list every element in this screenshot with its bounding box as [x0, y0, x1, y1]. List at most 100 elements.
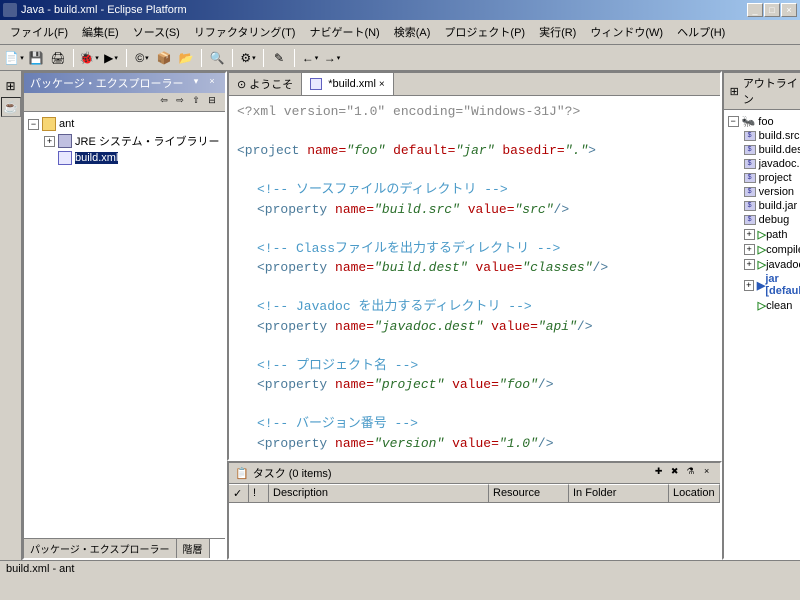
tasks-table[interactable]: ✓ ! Description Resource In Folder Locat… — [229, 484, 720, 558]
statusbar: build.xml - ant — [0, 560, 800, 579]
comment: <!-- プロジェクト名 --> — [257, 356, 712, 376]
col-priority[interactable]: ! — [249, 484, 269, 502]
outline-property[interactable]: $build.jar — [744, 199, 800, 213]
menu-source[interactable]: ソース(S) — [127, 22, 186, 42]
run-button[interactable]: ▶▾ — [101, 48, 121, 68]
new-package-button[interactable]: 📦 — [154, 48, 174, 68]
outline-property[interactable]: $javadoc.dest — [744, 157, 800, 171]
explorer-tab-package[interactable]: パッケージ・エクスプローラー — [24, 539, 177, 558]
minimize-button[interactable]: _ — [747, 3, 763, 17]
external-tools-button[interactable]: ⚙▾ — [238, 48, 258, 68]
tab-close-button[interactable]: × — [379, 79, 385, 90]
outline-target[interactable]: +▷ path — [744, 227, 800, 242]
open-perspective-button[interactable]: ⊞ — [1, 76, 21, 96]
expand-icon[interactable]: + — [44, 136, 55, 147]
tasks-close-button[interactable]: × — [700, 466, 714, 480]
status-text: build.xml - ant — [6, 563, 74, 575]
col-location[interactable]: Location — [669, 484, 720, 502]
menu-search[interactable]: 検索(A) — [388, 22, 437, 42]
property-tag: <property name="build.src" value="src"/> — [257, 200, 712, 220]
outline-property[interactable]: $build.src — [744, 129, 800, 143]
new-class-button[interactable]: ©▾ — [132, 48, 152, 68]
search-button[interactable]: 🔍 — [207, 48, 227, 68]
comment: <!-- Classファイルを出力するディレクトリ --> — [257, 239, 712, 259]
expand-icon[interactable]: + — [744, 244, 755, 255]
tasks-filter-button[interactable]: ⚗ — [684, 466, 698, 480]
back-button[interactable]: ←▾ — [300, 48, 320, 68]
col-folder[interactable]: In Folder — [569, 484, 669, 502]
project-icon — [42, 117, 56, 131]
comment: <!-- Javadoc を出力するディレクトリ --> — [257, 297, 712, 317]
explorer-menu-button[interactable]: ▾ — [189, 76, 203, 90]
open-type-button[interactable]: 📂 — [176, 48, 196, 68]
menu-refactor[interactable]: リファクタリング(T) — [188, 22, 302, 42]
comment: <!-- バージョン番号 --> — [257, 414, 712, 434]
tree-project[interactable]: − ant — [28, 116, 221, 132]
project-tag: <project name="foo" default="jar" basedi… — [237, 141, 712, 161]
maximize-button[interactable]: □ — [764, 3, 780, 17]
outline-default-target[interactable]: +▶ jar [default] — [744, 272, 800, 298]
save-button[interactable]: 💾 — [26, 48, 46, 68]
property-icon: $ — [744, 215, 756, 225]
last-edit-button[interactable]: ✎ — [269, 48, 289, 68]
java-perspective-button[interactable]: ☕ — [1, 97, 21, 117]
property-icon: $ — [744, 159, 756, 169]
back-nav-button[interactable]: ⇦ — [157, 95, 171, 109]
ant-file-icon — [58, 151, 72, 165]
menu-file[interactable]: ファイル(F) — [4, 22, 74, 42]
menubar: ファイル(F) 編集(E) ソース(S) リファクタリング(T) ナビゲート(N… — [0, 20, 800, 45]
collapse-all-button[interactable]: ⊟ — [205, 95, 219, 109]
menu-edit[interactable]: 編集(E) — [76, 22, 125, 42]
tasks-title: タスク (0 items) — [253, 465, 652, 481]
close-button[interactable]: × — [781, 3, 797, 17]
outline-header: ⊞ アウトライン × — [724, 73, 800, 110]
tasks-delete-button[interactable]: ✖ — [668, 466, 682, 480]
new-button[interactable]: 📄▾ — [4, 48, 24, 68]
expand-icon[interactable]: + — [744, 280, 754, 291]
editor-tab-welcome[interactable]: ⊙ ようこそ — [229, 73, 302, 95]
menu-navigate[interactable]: ナビゲート(N) — [303, 22, 385, 42]
expand-icon[interactable]: − — [28, 119, 39, 130]
editor-tabs: ⊙ ようこそ *build.xml × — [229, 73, 720, 96]
menu-help[interactable]: ヘルプ(H) — [671, 22, 731, 42]
tree-file-buildxml[interactable]: build.xml — [44, 150, 221, 166]
tree-lib[interactable]: + JRE システム・ライブラリー — [44, 132, 221, 150]
target-icon: ▷ — [758, 243, 766, 256]
toolbar: 📄▾ 💾 🖨 🐞▾ ▶▾ ©▾ 📦 📂 🔍 ⚙▾ ✎ ←▾ →▾ — [0, 45, 800, 71]
expand-icon[interactable]: + — [744, 259, 755, 270]
outline-property[interactable]: $debug — [744, 213, 800, 227]
expand-icon[interactable]: + — [744, 229, 755, 240]
explorer-tab-hierarchy[interactable]: 階層 — [177, 539, 210, 558]
explorer-close-button[interactable]: × — [205, 76, 219, 90]
outline-property[interactable]: $project — [744, 171, 800, 185]
outline-target[interactable]: +▷ compile — [744, 242, 800, 257]
property-icon: $ — [744, 187, 756, 197]
outline-target[interactable]: +▷ javadoc — [744, 257, 800, 272]
outline-root[interactable]: − 🐜 foo — [728, 114, 800, 129]
outline-property[interactable]: $version — [744, 185, 800, 199]
target-icon: ▷ — [758, 299, 766, 312]
outline-target[interactable]: ▷ clean — [744, 298, 800, 313]
up-nav-button[interactable]: ⇧ — [189, 95, 203, 109]
menu-run[interactable]: 実行(R) — [533, 22, 582, 42]
outline-property[interactable]: $build.dest — [744, 143, 800, 157]
app-icon — [3, 3, 17, 17]
forward-button[interactable]: →▾ — [322, 48, 342, 68]
print-button[interactable]: 🖨 — [48, 48, 68, 68]
editor-tab-buildxml[interactable]: *build.xml × — [302, 73, 394, 95]
editor-content[interactable]: <?xml version="1.0" encoding="Windows-31… — [229, 96, 720, 459]
expand-icon[interactable]: − — [728, 116, 739, 127]
outline-tree[interactable]: − 🐜 foo $build.src$build.dest$javadoc.de… — [724, 110, 800, 558]
forward-nav-button[interactable]: ⇨ — [173, 95, 187, 109]
col-check[interactable]: ✓ — [229, 484, 249, 502]
property-icon: $ — [744, 145, 756, 155]
menu-project[interactable]: プロジェクト(P) — [438, 22, 531, 42]
perspective-bar: ⊞ ☕ — [0, 71, 22, 560]
col-description[interactable]: Description — [269, 484, 489, 502]
xml-declaration: <?xml version="1.0" encoding="Windows-31… — [237, 102, 712, 122]
debug-button[interactable]: 🐞▾ — [79, 48, 99, 68]
menu-window[interactable]: ウィンドウ(W) — [584, 22, 669, 42]
col-resource[interactable]: Resource — [489, 484, 569, 502]
tasks-add-button[interactable]: ✚ — [652, 466, 666, 480]
explorer-tree[interactable]: − ant + JRE システム・ライブラリー build.xml — [24, 112, 225, 538]
